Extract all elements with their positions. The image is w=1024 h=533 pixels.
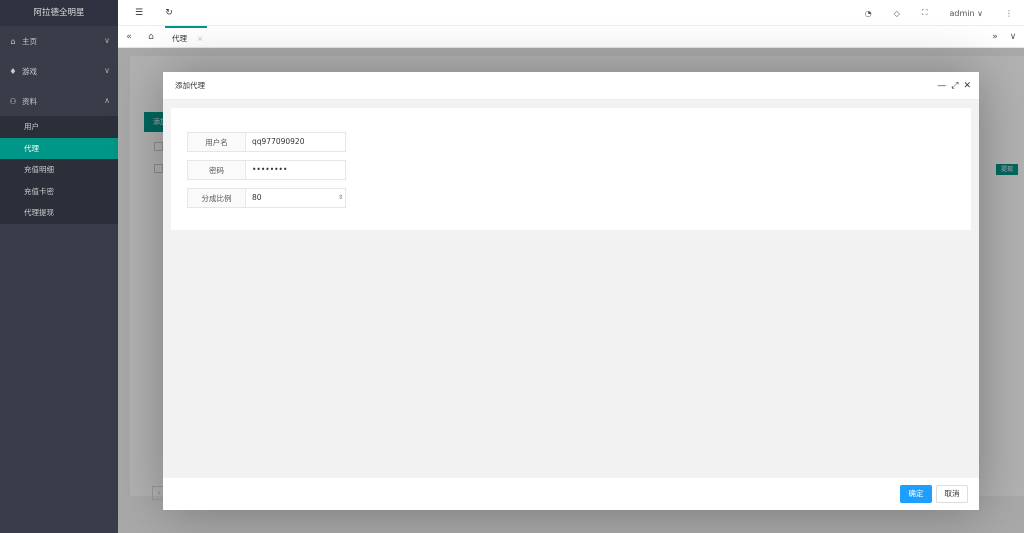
- minimize-icon[interactable]: —: [937, 72, 946, 100]
- chevron-down-icon: ∨: [104, 36, 110, 45]
- confirm-button[interactable]: 确定: [900, 485, 932, 503]
- sidebar-item-label: 主页: [22, 36, 37, 46]
- close-icon[interactable]: ✕: [963, 72, 971, 100]
- sidebar-submenu: 用户 代理 充值明细 充值卡密 代理提现: [0, 116, 118, 224]
- dialog-title: 添加代理: [175, 81, 205, 90]
- fullscreen-icon[interactable]: ⛶: [911, 8, 939, 18]
- dialog-body: 用户名 qq977090920 密码 •••••••• 分成比例 80 ⇕: [163, 100, 979, 478]
- dialog-title-bar: 添加代理 — ⤢ ✕: [163, 72, 979, 100]
- ratio-value: 80: [252, 193, 262, 202]
- header-tools: ◔ ◇ ⛶ admin ∨ ⋮: [854, 0, 1024, 26]
- sidebar-item-label: 游戏: [22, 66, 37, 76]
- sidebar-item-agent-withdraw[interactable]: 代理提现: [0, 202, 118, 224]
- sidebar-item-users[interactable]: 用户: [0, 116, 118, 138]
- home-tab-icon[interactable]: ⌂: [144, 26, 158, 48]
- username-field[interactable]: qq977090920: [245, 132, 346, 152]
- spinner-icon[interactable]: ⇕: [338, 189, 343, 207]
- ratio-label: 分成比例: [187, 188, 245, 208]
- ratio-stepper[interactable]: 80 ⇕: [245, 188, 346, 208]
- tabs-scroll-right-icon[interactable]: »: [988, 26, 1002, 48]
- chevron-up-icon: ∧: [104, 96, 110, 105]
- theme-icon[interactable]: ◔: [854, 9, 883, 18]
- cancel-button[interactable]: 取消: [936, 485, 968, 503]
- tabs-scroll-left-icon[interactable]: «: [122, 26, 136, 48]
- ratio-row: 分成比例 80 ⇕: [187, 188, 346, 208]
- app-logo: 阿拉德全明星: [0, 0, 118, 26]
- menu-toggle-icon[interactable]: ☰: [132, 0, 146, 26]
- password-label: 密码: [187, 160, 245, 180]
- add-agent-dialog: 添加代理 — ⤢ ✕ 用户名 qq977090920 密码 •••••••• 分…: [163, 72, 979, 510]
- user-name: admin: [949, 8, 975, 18]
- username-label: 用户名: [187, 132, 245, 152]
- username-row: 用户名 qq977090920: [187, 132, 346, 152]
- sidebar-item-home[interactable]: ⌂ 主页 ∨: [0, 26, 118, 56]
- dialog-footer: 确定 取消: [163, 478, 979, 510]
- sidebar: 阿拉德全明星 ⌂ 主页 ∨ ♦ 游戏 ∨ ⚇ 资料 ∧ 用户 代理 充值明细 充…: [0, 0, 118, 533]
- tab-bar: « ⌂ 代理 × » ∨: [118, 26, 1024, 48]
- more-icon[interactable]: ⋮: [994, 9, 1024, 18]
- tab-agents[interactable]: 代理 ×: [165, 26, 207, 48]
- chevron-down-icon: ∨: [104, 66, 110, 75]
- agent-form: 用户名 qq977090920 密码 •••••••• 分成比例 80 ⇕: [171, 108, 971, 230]
- sidebar-item-games[interactable]: ♦ 游戏 ∨: [0, 56, 118, 86]
- user-icon: ⚇: [9, 96, 17, 106]
- user-menu[interactable]: admin ∨: [939, 9, 994, 18]
- password-field[interactable]: ••••••••: [245, 160, 346, 180]
- dialog-controls: — ⤢ ✕: [932, 72, 971, 100]
- home-icon: ⌂: [10, 36, 16, 46]
- sidebar-item-agents[interactable]: 代理: [0, 137, 118, 159]
- chevron-down-icon[interactable]: ∨: [1006, 26, 1020, 48]
- diamond-icon: ♦: [9, 66, 17, 76]
- maximize-icon[interactable]: ⤢: [951, 72, 958, 100]
- sidebar-item-data[interactable]: ⚇ 资料 ∧: [0, 86, 118, 116]
- sidebar-item-recharge-details[interactable]: 充值明细: [0, 159, 118, 181]
- tag-icon[interactable]: ◇: [883, 9, 911, 18]
- sidebar-item-label: 资料: [22, 96, 37, 106]
- password-row: 密码 ••••••••: [187, 160, 346, 180]
- close-icon[interactable]: ×: [197, 28, 203, 50]
- refresh-icon[interactable]: ↻: [162, 0, 176, 26]
- tab-label: 代理: [172, 34, 187, 43]
- top-header: ☰ ↻ ◔ ◇ ⛶ admin ∨ ⋮: [118, 0, 1024, 26]
- sidebar-item-recharge-cards[interactable]: 充值卡密: [0, 181, 118, 203]
